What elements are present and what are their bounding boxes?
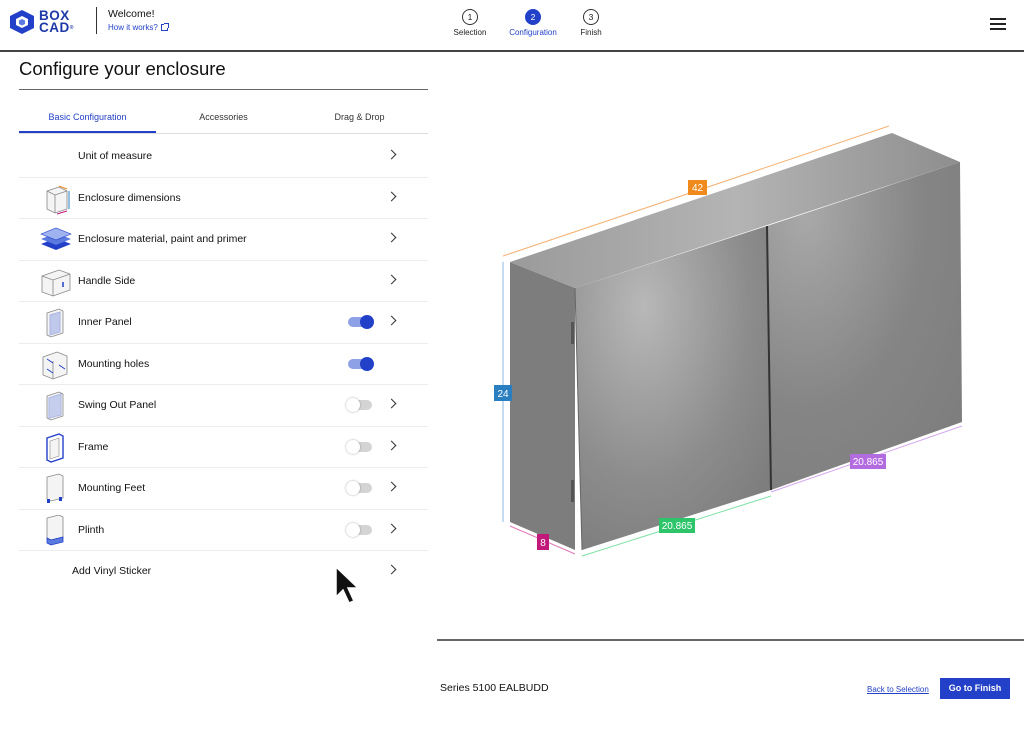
option-label: Swing Out Panel [78,399,157,411]
hinge-top [571,322,574,344]
toggle-knob [360,356,374,371]
mounting-feet-toggle[interactable] [346,481,372,495]
boxcad-logo[interactable]: BOX CAD® [9,9,74,35]
welcome-text: Welcome! [108,8,155,20]
option-label: Unit of measure [78,150,153,162]
enclosure-side-panel [510,262,575,550]
hamburger-menu-icon[interactable] [990,18,1006,30]
viewer-divider [437,639,1024,641]
option-label: Inner Panel [78,316,132,328]
header-divider [96,7,97,34]
hinge-bottom [571,480,574,502]
step-finish[interactable]: 3 Finish [556,9,626,37]
option-swing-out-panel[interactable]: Swing Out Panel [19,385,428,427]
chevron-right-icon[interactable] [386,481,397,492]
frame-toggle[interactable] [346,439,372,454]
option-handle-side[interactable]: Handle Side [19,261,428,302]
chevron-right-icon[interactable] [386,191,397,201]
option-label: Enclosure material, paint and primer [78,233,247,245]
option-label: Mounting Feet [78,482,146,494]
option-mounting-feet[interactable]: Mounting Feet [19,468,428,510]
title-divider [19,89,428,90]
option-label: Add Vinyl Sticker [72,565,152,577]
tab-drag-and-drop[interactable]: Drag & Drop [291,112,428,122]
back-to-selection-link[interactable]: Back to Selection [867,685,929,694]
chevron-right-icon[interactable] [386,440,397,450]
option-mounting-holes[interactable]: Mounting holes [19,344,428,385]
tab-accessories[interactable]: Accessories [156,112,291,122]
toggle-knob [346,522,360,537]
enclosure-3d-viewer[interactable]: 42 24 8 20.865 20.865 [437,60,1024,640]
chevron-right-icon[interactable] [386,315,397,326]
mounting-holes-icon [42,351,68,379]
how-it-works-link[interactable]: How it works? [108,23,169,32]
option-frame[interactable]: Frame [19,427,428,468]
inner-panel-icon [46,308,64,338]
swing-out-panel-icon [46,391,64,421]
option-enclosure-material[interactable]: Enclosure material, paint and primer [19,219,428,261]
step-number: 2 [525,9,541,25]
enclosure-dimensions-icon [46,185,70,214]
logo-wordmark: BOX CAD® [39,9,74,35]
top-header: BOX CAD® Welcome! How it works? 1 Select… [0,0,1024,52]
plinth-toggle[interactable] [346,522,372,537]
tab-basic-configuration[interactable]: Basic Configuration [19,112,156,122]
page-title: Configure your enclosure [19,58,226,79]
chevron-right-icon[interactable] [386,398,397,409]
swing-out-panel-toggle[interactable] [346,398,372,412]
go-to-finish-button[interactable]: Go to Finish [940,678,1010,699]
cube-logo-icon [9,9,35,35]
option-label: Frame [78,440,109,453]
mounting-feet-icon [46,473,64,503]
step-selection[interactable]: 1 Selection [435,9,505,37]
width-dimension-label: 42 [692,183,704,194]
option-add-vinyl-sticker[interactable]: Add Vinyl Sticker [19,551,428,593]
option-label: Plinth [78,523,105,536]
option-label: Mounting holes [78,357,150,370]
option-label: Handle Side [78,274,136,287]
series-name: Series 5100 EALBUDD [440,682,549,694]
registered-mark: ® [69,25,74,31]
mounting-holes-toggle[interactable] [348,356,374,371]
chevron-right-icon[interactable] [386,274,397,284]
step-number: 3 [583,9,599,25]
step-label: Finish [580,28,602,37]
active-tab-indicator [19,131,156,133]
plinth-icon [46,514,64,545]
config-tabs: Basic Configuration Accessories Drag & D… [19,106,428,134]
mouse-pointer-icon [335,565,360,604]
toggle-knob [346,439,360,454]
chevron-right-icon[interactable] [386,564,397,575]
option-enclosure-dimensions[interactable]: Enclosure dimensions [19,178,428,219]
material-layers-icon [40,227,72,250]
handle-side-icon [41,269,71,296]
step-number: 1 [462,9,478,25]
chevron-right-icon[interactable] [386,232,397,243]
height-dimension-label: 24 [497,389,509,400]
logo-line-2: CAD [39,20,70,35]
toggle-knob [346,481,360,495]
inner-panel-toggle[interactable] [348,315,374,329]
option-inner-panel[interactable]: Inner Panel [19,302,428,344]
option-label: Enclosure dimensions [78,191,181,204]
option-unit-of-measure[interactable]: Unit of measure [19,136,428,178]
how-it-works-label: How it works? [108,23,158,32]
frame-icon [46,432,64,463]
right-door-dimension-label: 20.865 [853,457,884,468]
options-list: Unit of measure Enclosure dimensions Enc… [19,136,428,593]
toggle-knob [346,398,360,412]
option-plinth[interactable]: Plinth [19,510,428,551]
depth-dimension-label: 8 [540,538,546,549]
chevron-right-icon[interactable] [386,523,397,533]
external-link-icon [160,23,169,31]
chevron-right-icon[interactable] [386,149,397,160]
step-label: Selection [453,28,487,37]
left-door-dimension-label: 20.865 [662,521,693,532]
toggle-knob [360,315,374,329]
